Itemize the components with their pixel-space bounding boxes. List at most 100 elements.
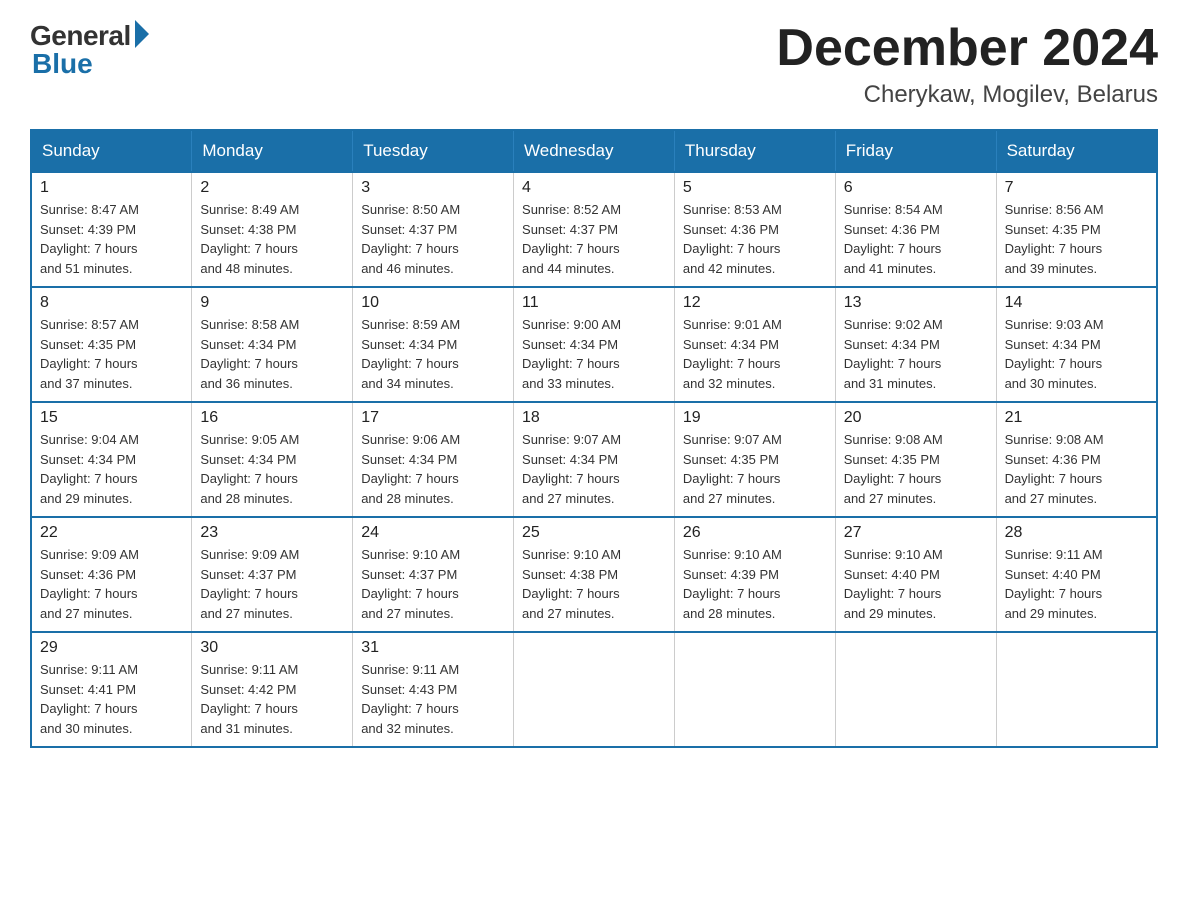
day-info: Sunrise: 8:50 AMSunset: 4:37 PMDaylight:… [361, 200, 505, 278]
calendar-cell: 19 Sunrise: 9:07 AMSunset: 4:35 PMDayligh… [674, 402, 835, 517]
day-number: 10 [361, 294, 505, 312]
day-number: 28 [1005, 524, 1148, 542]
calendar-cell [674, 632, 835, 747]
calendar-cell: 2 Sunrise: 8:49 AMSunset: 4:38 PMDaylight… [192, 172, 353, 287]
day-info: Sunrise: 9:08 AMSunset: 4:35 PMDaylight:… [844, 430, 988, 508]
calendar-week-row: 8 Sunrise: 8:57 AMSunset: 4:35 PMDaylight… [31, 287, 1157, 402]
calendar-cell: 11Sunrise: 9:00 AMSunset: 4:34 PMDayligh… [514, 287, 675, 402]
day-info: Sunrise: 9:09 AMSunset: 4:36 PMDaylight:… [40, 545, 183, 623]
day-info: Sunrise: 8:57 AMSunset: 4:35 PMDaylight:… [40, 315, 183, 393]
day-info: Sunrise: 9:02 AMSunset: 4:34 PMDaylight:… [844, 315, 988, 393]
day-info: Sunrise: 9:10 AMSunset: 4:40 PMDaylight:… [844, 545, 988, 623]
calendar-cell: 13Sunrise: 9:02 AMSunset: 4:34 PMDayligh… [835, 287, 996, 402]
calendar-cell: 14Sunrise: 9:03 AMSunset: 4:34 PMDayligh… [996, 287, 1157, 402]
calendar-cell: 7 Sunrise: 8:56 AMSunset: 4:35 PMDaylight… [996, 172, 1157, 287]
calendar-cell [996, 632, 1157, 747]
calendar-cell: 30 Sunrise: 9:11 AMSunset: 4:42 PMDayligh… [192, 632, 353, 747]
day-number: 18 [522, 409, 666, 427]
calendar-cell: 8 Sunrise: 8:57 AMSunset: 4:35 PMDaylight… [31, 287, 192, 402]
logo-blue-text: Blue [30, 48, 93, 80]
calendar-cell: 25 Sunrise: 9:10 AMSunset: 4:38 PMDayligh… [514, 517, 675, 632]
calendar-cell: 20 Sunrise: 9:08 AMSunset: 4:35 PMDayligh… [835, 402, 996, 517]
day-info: Sunrise: 9:10 AMSunset: 4:39 PMDaylight:… [683, 545, 827, 623]
day-info: Sunrise: 9:05 AMSunset: 4:34 PMDaylight:… [200, 430, 344, 508]
day-number: 15 [40, 409, 183, 427]
day-number: 24 [361, 524, 505, 542]
day-number: 1 [40, 179, 183, 197]
weekday-header-tuesday: Tuesday [353, 130, 514, 172]
calendar-cell: 12Sunrise: 9:01 AMSunset: 4:34 PMDayligh… [674, 287, 835, 402]
day-number: 8 [40, 294, 183, 312]
calendar-cell: 21Sunrise: 9:08 AMSunset: 4:36 PMDayligh… [996, 402, 1157, 517]
day-info: Sunrise: 9:04 AMSunset: 4:34 PMDaylight:… [40, 430, 183, 508]
calendar-cell: 23Sunrise: 9:09 AMSunset: 4:37 PMDayligh… [192, 517, 353, 632]
day-number: 16 [200, 409, 344, 427]
day-info: Sunrise: 9:11 AMSunset: 4:42 PMDaylight:… [200, 660, 344, 738]
calendar-cell: 15 Sunrise: 9:04 AMSunset: 4:34 PMDayligh… [31, 402, 192, 517]
day-number: 12 [683, 294, 827, 312]
day-info: Sunrise: 8:59 AMSunset: 4:34 PMDaylight:… [361, 315, 505, 393]
day-info: Sunrise: 8:54 AMSunset: 4:36 PMDaylight:… [844, 200, 988, 278]
calendar-cell: 31Sunrise: 9:11 AMSunset: 4:43 PMDayligh… [353, 632, 514, 747]
day-info: Sunrise: 9:10 AMSunset: 4:37 PMDaylight:… [361, 545, 505, 623]
calendar-week-row: 15 Sunrise: 9:04 AMSunset: 4:34 PMDayligh… [31, 402, 1157, 517]
day-number: 7 [1005, 179, 1148, 197]
day-number: 17 [361, 409, 505, 427]
day-number: 6 [844, 179, 988, 197]
calendar-cell: 18 Sunrise: 9:07 AMSunset: 4:34 PMDayligh… [514, 402, 675, 517]
day-number: 19 [683, 409, 827, 427]
day-info: Sunrise: 8:49 AMSunset: 4:38 PMDaylight:… [200, 200, 344, 278]
weekday-header-saturday: Saturday [996, 130, 1157, 172]
weekday-header-wednesday: Wednesday [514, 130, 675, 172]
day-info: Sunrise: 8:53 AMSunset: 4:36 PMDaylight:… [683, 200, 827, 278]
weekday-header-monday: Monday [192, 130, 353, 172]
day-number: 3 [361, 179, 505, 197]
day-number: 2 [200, 179, 344, 197]
day-number: 9 [200, 294, 344, 312]
day-info: Sunrise: 9:06 AMSunset: 4:34 PMDaylight:… [361, 430, 505, 508]
day-info: Sunrise: 9:10 AMSunset: 4:38 PMDaylight:… [522, 545, 666, 623]
day-number: 29 [40, 639, 183, 657]
calendar-cell: 28Sunrise: 9:11 AMSunset: 4:40 PMDayligh… [996, 517, 1157, 632]
day-info: Sunrise: 8:56 AMSunset: 4:35 PMDaylight:… [1005, 200, 1148, 278]
day-info: Sunrise: 9:11 AMSunset: 4:41 PMDaylight:… [40, 660, 183, 738]
location-subtitle: Cherykaw, Mogilev, Belarus [776, 81, 1158, 109]
day-number: 21 [1005, 409, 1148, 427]
day-number: 25 [522, 524, 666, 542]
weekday-header-sunday: Sunday [31, 130, 192, 172]
day-number: 14 [1005, 294, 1148, 312]
day-info: Sunrise: 8:47 AMSunset: 4:39 PMDaylight:… [40, 200, 183, 278]
day-number: 20 [844, 409, 988, 427]
calendar-table: SundayMondayTuesdayWednesdayThursdayFrid… [30, 129, 1158, 748]
calendar-week-row: 29 Sunrise: 9:11 AMSunset: 4:41 PMDayligh… [31, 632, 1157, 747]
day-number: 4 [522, 179, 666, 197]
calendar-cell: 27 Sunrise: 9:10 AMSunset: 4:40 PMDayligh… [835, 517, 996, 632]
calendar-cell: 29 Sunrise: 9:11 AMSunset: 4:41 PMDayligh… [31, 632, 192, 747]
day-number: 22 [40, 524, 183, 542]
day-info: Sunrise: 9:07 AMSunset: 4:35 PMDaylight:… [683, 430, 827, 508]
day-number: 31 [361, 639, 505, 657]
calendar-cell: 26Sunrise: 9:10 AMSunset: 4:39 PMDayligh… [674, 517, 835, 632]
day-info: Sunrise: 8:52 AMSunset: 4:37 PMDaylight:… [522, 200, 666, 278]
weekday-header-thursday: Thursday [674, 130, 835, 172]
calendar-cell: 4 Sunrise: 8:52 AMSunset: 4:37 PMDaylight… [514, 172, 675, 287]
weekday-header-friday: Friday [835, 130, 996, 172]
logo-triangle-icon [135, 20, 149, 48]
calendar-cell: 22 Sunrise: 9:09 AMSunset: 4:36 PMDayligh… [31, 517, 192, 632]
calendar-cell: 6 Sunrise: 8:54 AMSunset: 4:36 PMDaylight… [835, 172, 996, 287]
page-header: General Blue December 2024 Cherykaw, Mog… [30, 20, 1158, 109]
day-number: 27 [844, 524, 988, 542]
day-number: 11 [522, 294, 666, 312]
day-number: 5 [683, 179, 827, 197]
calendar-cell: 3 Sunrise: 8:50 AMSunset: 4:37 PMDaylight… [353, 172, 514, 287]
calendar-cell: 24 Sunrise: 9:10 AMSunset: 4:37 PMDayligh… [353, 517, 514, 632]
day-number: 30 [200, 639, 344, 657]
calendar-cell: 1 Sunrise: 8:47 AMSunset: 4:39 PMDaylight… [31, 172, 192, 287]
calendar-cell: 5 Sunrise: 8:53 AMSunset: 4:36 PMDaylight… [674, 172, 835, 287]
title-area: December 2024 Cherykaw, Mogilev, Belarus [776, 20, 1158, 109]
calendar-cell: 17 Sunrise: 9:06 AMSunset: 4:34 PMDayligh… [353, 402, 514, 517]
calendar-week-row: 1 Sunrise: 8:47 AMSunset: 4:39 PMDaylight… [31, 172, 1157, 287]
day-info: Sunrise: 8:58 AMSunset: 4:34 PMDaylight:… [200, 315, 344, 393]
day-info: Sunrise: 9:09 AMSunset: 4:37 PMDaylight:… [200, 545, 344, 623]
day-info: Sunrise: 9:07 AMSunset: 4:34 PMDaylight:… [522, 430, 666, 508]
